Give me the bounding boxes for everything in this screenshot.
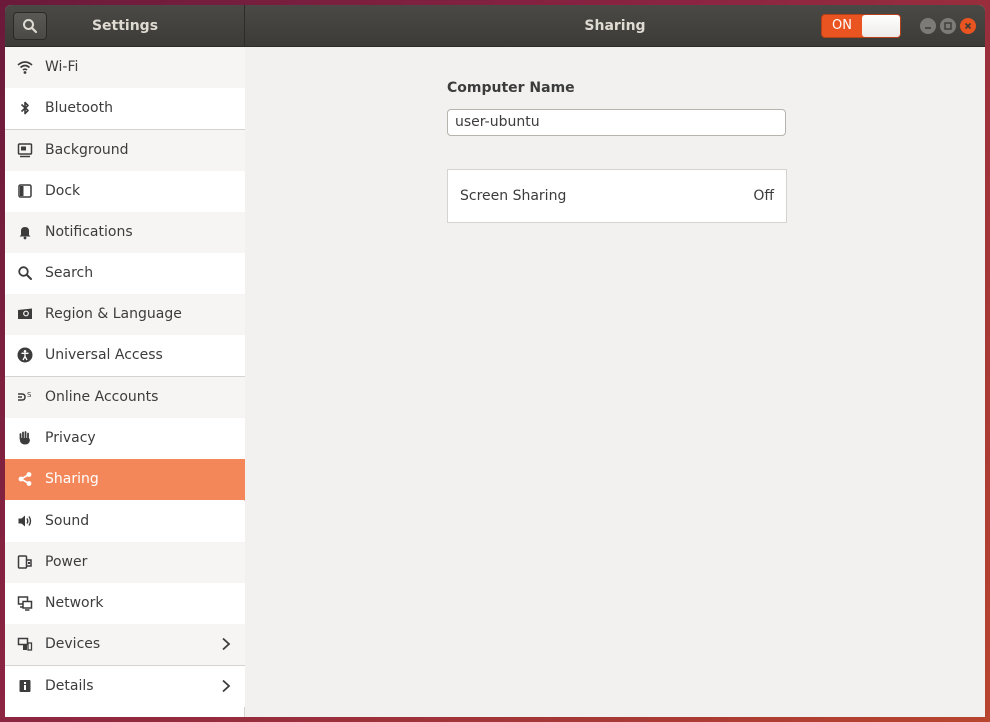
switch-label: ON <box>832 18 852 33</box>
sidebar-item-sound[interactable]: Sound <box>5 501 245 542</box>
header-left: Settings <box>5 5 245 47</box>
background-icon <box>17 142 33 158</box>
screen-sharing-label: Screen Sharing <box>460 188 567 204</box>
bell-icon <box>17 224 33 240</box>
wifi-icon <box>17 59 33 75</box>
screen-sharing-status: Off <box>753 188 774 204</box>
sharing-toggle-switch[interactable]: ON <box>821 14 901 38</box>
search-button[interactable] <box>13 12 47 40</box>
sidebar-item-network[interactable]: Network <box>5 583 245 624</box>
sidebar-item-notifications[interactable]: Notifications <box>5 212 245 253</box>
info-icon <box>17 678 33 694</box>
chevron-right-icon <box>222 679 231 693</box>
region-icon <box>17 306 33 322</box>
minimize-icon <box>925 27 931 29</box>
sidebar-item-label: Universal Access <box>45 347 163 363</box>
sidebar-item-online-accounts[interactable]: S Online Accounts <box>5 377 245 418</box>
maximize-button[interactable] <box>940 18 956 34</box>
minimize-button[interactable] <box>920 18 936 34</box>
screen-sharing-row[interactable]: Screen Sharing Off <box>448 170 786 222</box>
svg-text:S: S <box>27 391 32 399</box>
dock-icon <box>17 183 33 199</box>
power-icon <box>17 554 33 570</box>
search-icon <box>23 19 38 34</box>
sidebar-item-search[interactable]: Search <box>5 253 245 294</box>
sidebar-item-label: Dock <box>45 183 81 199</box>
network-icon <box>17 595 33 611</box>
sidebar-item-label: Sharing <box>45 471 99 487</box>
sidebar-item-label: Bluetooth <box>45 100 113 116</box>
sidebar-item-sharing[interactable]: Sharing <box>5 459 245 500</box>
sidebar-item-label: Power <box>45 554 88 570</box>
online-accounts-icon: S <box>17 389 33 405</box>
sidebar-item-label: Sound <box>45 513 90 529</box>
share-icon <box>17 471 33 487</box>
sidebar-item-universal-access[interactable]: Universal Access <box>5 335 245 376</box>
close-icon <box>964 22 972 30</box>
sidebar-item-details[interactable]: Details <box>5 666 245 707</box>
sharing-panel: Computer Name user-ubuntu Screen Sharing… <box>246 47 985 717</box>
sidebar-item-region-language[interactable]: Region & Language <box>5 294 245 335</box>
sidebar-item-label: Privacy <box>45 430 96 446</box>
computer-name-label: Computer Name <box>447 80 575 96</box>
sidebar-item-label: Details <box>45 678 94 694</box>
maximize-icon <box>944 22 952 30</box>
sidebar-item-label: Network <box>45 595 104 611</box>
accessibility-icon <box>17 347 33 363</box>
sidebar-item-label: Online Accounts <box>45 389 159 405</box>
sidebar-item-devices[interactable]: Devices <box>5 624 245 665</box>
sidebar-item-power[interactable]: Power <box>5 542 245 583</box>
hand-icon <box>17 430 33 446</box>
header-bar: Settings Sharing ON <box>5 5 985 47</box>
sidebar-item-wifi[interactable]: Wi-Fi <box>5 47 245 88</box>
close-button[interactable] <box>960 18 976 34</box>
sidebar-item-bluetooth[interactable]: Bluetooth <box>5 88 245 129</box>
sidebar-item-label: Wi-Fi <box>45 59 79 75</box>
chevron-right-icon <box>222 637 231 651</box>
devices-icon <box>17 636 33 652</box>
sharing-services-list: Screen Sharing Off <box>447 169 787 223</box>
sidebar: Wi-Fi Bluetooth Background Dock Notifica… <box>5 47 245 717</box>
speaker-icon <box>17 513 33 529</box>
settings-window: Settings Sharing ON Wi-Fi Bluetooth Back… <box>5 5 985 717</box>
app-title: Settings <box>91 18 159 34</box>
computer-name-input[interactable]: user-ubuntu <box>447 109 786 136</box>
sidebar-item-label: Notifications <box>45 224 133 240</box>
bluetooth-icon <box>17 100 33 116</box>
sidebar-item-label: Region & Language <box>45 306 182 322</box>
sidebar-item-privacy[interactable]: Privacy <box>5 418 245 459</box>
search-icon <box>17 265 33 281</box>
switch-knob[interactable] <box>862 15 900 37</box>
sidebar-item-dock[interactable]: Dock <box>5 171 245 212</box>
sidebar-item-label: Search <box>45 265 94 281</box>
sidebar-item-label: Background <box>45 142 129 158</box>
sidebar-item-background[interactable]: Background <box>5 130 245 171</box>
sidebar-item-label: Devices <box>45 636 101 652</box>
